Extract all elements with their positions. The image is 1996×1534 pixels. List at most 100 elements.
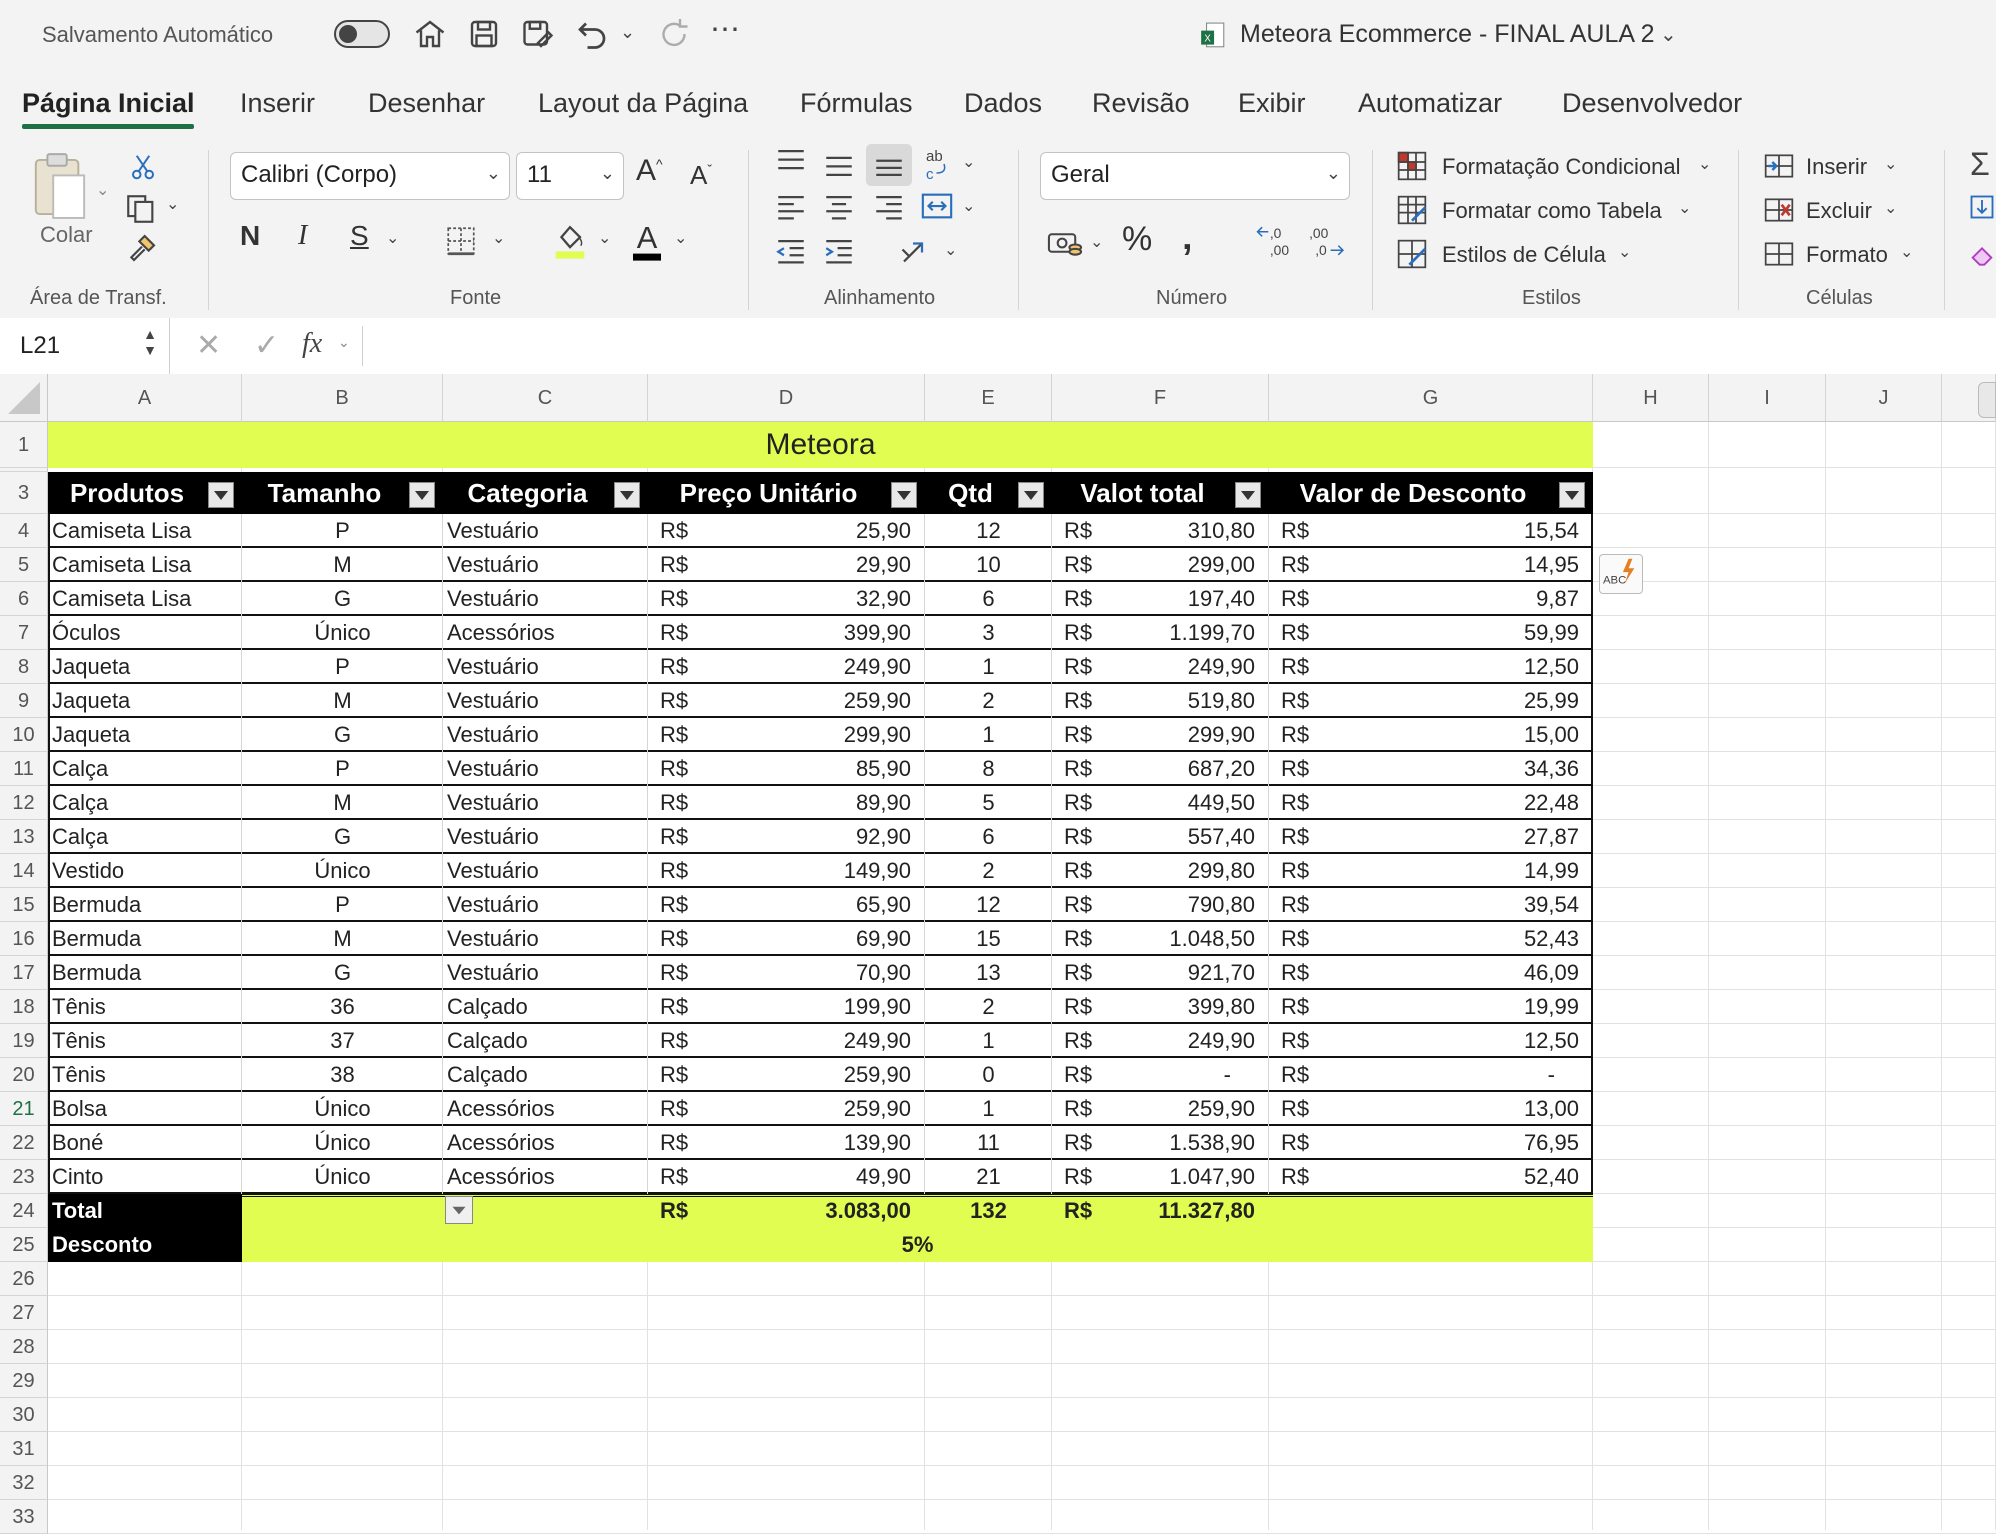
total-preco[interactable]: 3.083,00 [648, 1194, 915, 1228]
row-header-13[interactable]: 13 [0, 820, 48, 854]
cell-desconto[interactable]: 14,95 [1269, 548, 1583, 582]
cell-produto[interactable]: Calça [48, 786, 242, 820]
cell-categoria[interactable]: Vestuário [443, 684, 648, 718]
cell-tamanho[interactable]: 36 [242, 990, 443, 1024]
cell-produto[interactable]: Bermuda [48, 956, 242, 990]
cell-qtd[interactable]: 13 [925, 956, 1052, 990]
cell-produto[interactable]: Vestido [48, 854, 242, 888]
tab-pagina-inicial[interactable]: Página Inicial [22, 88, 195, 119]
column-header-h[interactable]: H [1593, 374, 1709, 422]
cancel-formula-icon[interactable]: ✕ [196, 328, 221, 363]
more-icon[interactable]: ⋯ [710, 12, 742, 47]
font-color-dropdown-icon[interactable]: ⌄ [674, 228, 687, 248]
cell-produto[interactable]: Jaqueta [48, 684, 242, 718]
cell-categoria[interactable]: Acessórios [443, 616, 648, 650]
tab-inserir[interactable]: Inserir [240, 88, 315, 119]
row-header-11[interactable]: 11 [0, 752, 48, 786]
paste-label[interactable]: Colar [40, 222, 93, 248]
tab-automatizar[interactable]: Automatizar [1358, 88, 1502, 119]
row-header-25[interactable]: 25 [0, 1228, 48, 1262]
row-header-30[interactable]: 30 [0, 1398, 48, 1432]
cell-total[interactable]: 519,80 [1052, 684, 1259, 718]
cell-tamanho[interactable]: 37 [242, 1024, 443, 1058]
cell-preco[interactable]: 299,90 [648, 718, 915, 752]
cell-styles-button[interactable]: Estilos de Célula [1442, 242, 1606, 268]
title-chevron-down-icon[interactable]: ⌄ [1660, 22, 1677, 47]
format-painter-icon[interactable] [126, 232, 158, 264]
row-header-24[interactable]: 24 [0, 1194, 48, 1228]
column-header-e[interactable]: E [925, 374, 1052, 422]
cell-categoria[interactable]: Vestuário [443, 786, 648, 820]
cell-produto[interactable]: Calça [48, 752, 242, 786]
font-size-select[interactable]: 11 ⌄ [516, 152, 624, 200]
tab-desenhar[interactable]: Desenhar [368, 88, 485, 119]
tab-exibir[interactable]: Exibir [1238, 88, 1306, 119]
format-as-table-icon[interactable] [1396, 194, 1428, 226]
row-header-26[interactable]: 26 [0, 1262, 48, 1296]
flash-fill-options-icon[interactable]: ABC [1599, 554, 1643, 594]
cell-qtd[interactable]: 5 [925, 786, 1052, 820]
cell-produto[interactable]: Tênis [48, 1058, 242, 1092]
cell-produto[interactable]: Camiseta Lisa [48, 514, 242, 548]
cell-tamanho[interactable]: M [242, 548, 443, 582]
row-header-23[interactable]: 23 [0, 1160, 48, 1194]
cell-desconto[interactable]: - [1269, 1058, 1583, 1092]
cell-total[interactable]: 310,80 [1052, 514, 1259, 548]
merge-center-icon[interactable] [920, 190, 954, 222]
filter-dropdown-icon[interactable] [208, 482, 234, 508]
vertical-scroll-handle[interactable] [1978, 382, 1996, 418]
tab-desenvolvedor[interactable]: Desenvolvedor [1562, 88, 1742, 119]
decrease-font-icon[interactable]: Aˇ [690, 160, 712, 191]
cell-tamanho[interactable]: Único [242, 1092, 443, 1126]
cell-qtd[interactable]: 1 [925, 650, 1052, 684]
tab-formulas[interactable]: Fórmulas [800, 88, 913, 119]
format-cells-button[interactable]: Formato [1806, 242, 1888, 268]
cell-desconto[interactable]: 9,87 [1269, 582, 1583, 616]
cell-tamanho[interactable]: M [242, 786, 443, 820]
delete-cells-button[interactable]: Excluir [1806, 198, 1872, 224]
cell-total[interactable]: 687,20 [1052, 752, 1259, 786]
wrap-text-icon[interactable]: ab c [920, 146, 956, 182]
cell-qtd[interactable]: 2 [925, 990, 1052, 1024]
cell-total[interactable]: 557,40 [1052, 820, 1259, 854]
insert-cells-dropdown-icon[interactable]: ⌄ [1884, 154, 1897, 174]
fill-down-icon[interactable] [1968, 192, 1996, 222]
cell-qtd[interactable]: 10 [925, 548, 1052, 582]
cell-produto[interactable]: Cinto [48, 1160, 242, 1194]
decrease-decimal-icon[interactable]: ,00,0 [1306, 222, 1346, 260]
italic-button[interactable]: I [298, 220, 307, 252]
cell-qtd[interactable]: 8 [925, 752, 1052, 786]
cell-produto[interactable]: Boné [48, 1126, 242, 1160]
cell-tamanho[interactable]: P [242, 514, 443, 548]
cell-categoria[interactable]: Calçado [443, 990, 648, 1024]
cell-total[interactable]: - [1052, 1058, 1259, 1092]
cell-desconto[interactable]: 52,40 [1269, 1160, 1583, 1194]
format-as-table-dropdown-icon[interactable]: ⌄ [1678, 198, 1691, 218]
copy-icon[interactable] [124, 192, 158, 226]
select-all-corner[interactable] [0, 374, 48, 422]
cell-produto[interactable]: Bermuda [48, 888, 242, 922]
cell-preco[interactable]: 259,90 [648, 684, 915, 718]
cell-total[interactable]: 399,80 [1052, 990, 1259, 1024]
column-header-b[interactable]: B [242, 374, 443, 422]
save-as-icon[interactable] [520, 16, 556, 52]
column-header-a[interactable]: A [48, 374, 242, 422]
cell-produto[interactable]: Jaqueta [48, 718, 242, 752]
cell-desconto[interactable]: 14,99 [1269, 854, 1583, 888]
cell-categoria[interactable]: Vestuário [443, 888, 648, 922]
cell-qtd[interactable]: 1 [925, 718, 1052, 752]
cell-produto[interactable]: Calça [48, 820, 242, 854]
font-color-icon[interactable]: A [630, 220, 664, 262]
cut-icon[interactable] [128, 150, 158, 184]
cell-total[interactable]: 249,90 [1052, 1024, 1259, 1058]
cell-categoria[interactable]: Vestuário [443, 820, 648, 854]
cell-preco[interactable]: 249,90 [648, 1024, 915, 1058]
cell-preco[interactable]: 249,90 [648, 650, 915, 684]
undo-dropdown-icon[interactable]: ⌄ [620, 22, 635, 43]
format-as-table-button[interactable]: Formatar como Tabela [1442, 198, 1662, 224]
total-valor[interactable]: 11.327,80 [1052, 1194, 1259, 1228]
number-format-select[interactable]: Geral ⌄ [1040, 152, 1350, 200]
row-header-5[interactable]: 5 [0, 548, 48, 582]
cell-preco[interactable]: 29,90 [648, 548, 915, 582]
decrease-indent-icon[interactable] [774, 236, 808, 266]
